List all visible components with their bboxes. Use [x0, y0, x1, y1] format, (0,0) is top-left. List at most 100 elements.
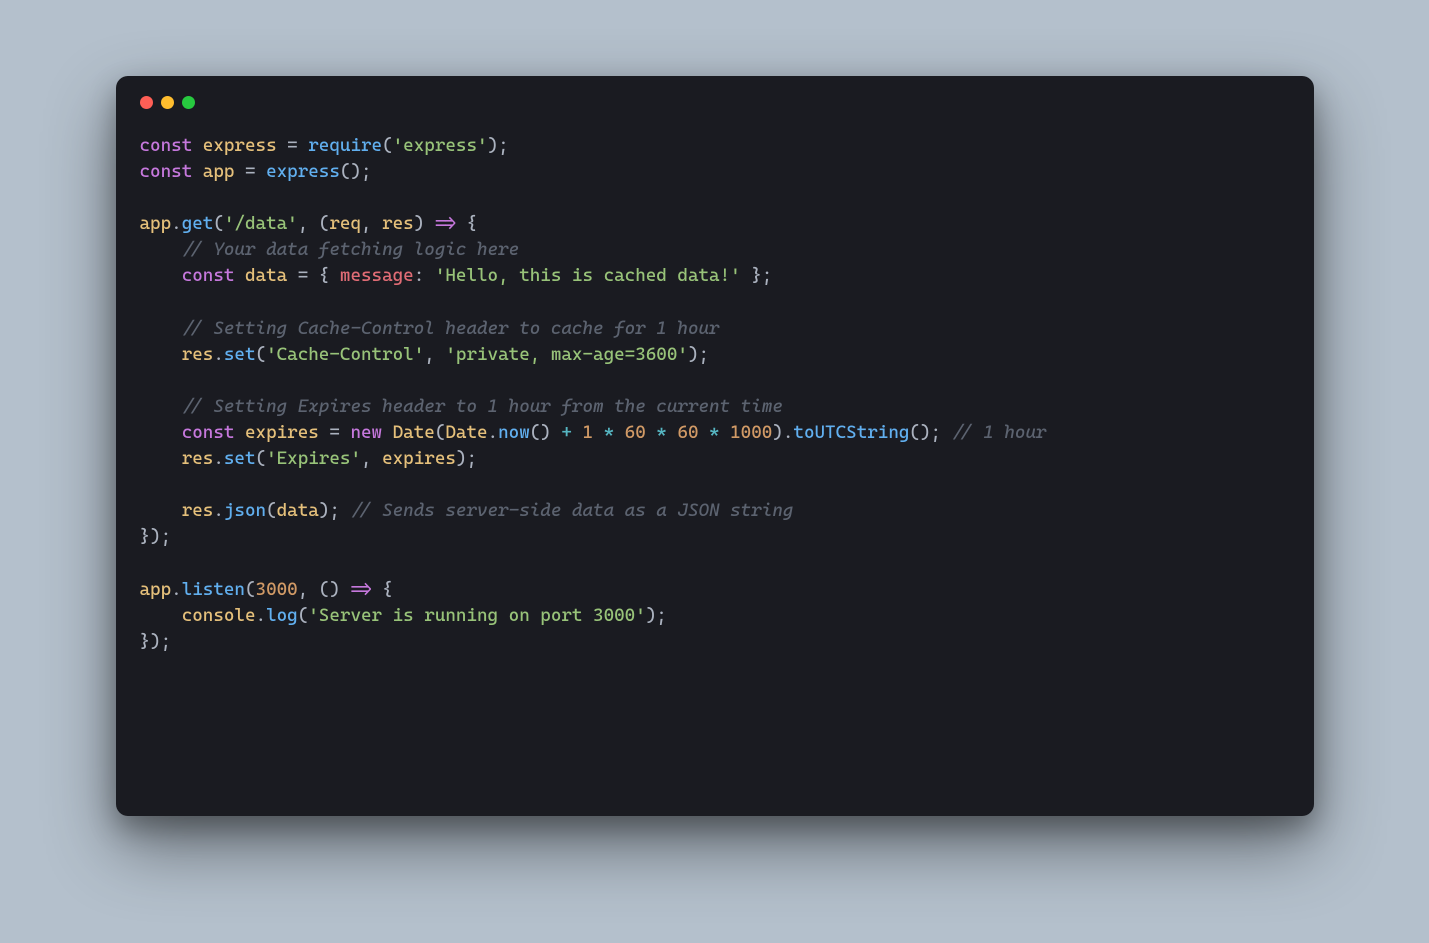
punct: ()	[530, 422, 551, 443]
punct: , (	[298, 213, 330, 234]
punct: .	[171, 579, 182, 600]
comment: // 1 hour	[952, 422, 1047, 443]
keyword: new	[350, 422, 382, 443]
space	[720, 422, 731, 443]
punct: .	[171, 213, 182, 234]
identifier: res	[182, 448, 214, 469]
string: '/data'	[224, 213, 298, 234]
space	[340, 500, 351, 521]
function: toUTCString	[793, 422, 909, 443]
space	[667, 422, 678, 443]
operator: =	[277, 135, 309, 156]
operator: =	[319, 422, 351, 443]
identifier: res	[182, 500, 214, 521]
keyword: const	[182, 265, 235, 286]
identifier: req	[329, 213, 361, 234]
punct: );	[488, 135, 509, 156]
punct: ,	[361, 448, 382, 469]
punct: );	[646, 605, 667, 626]
punct: {	[372, 579, 393, 600]
function: get	[182, 213, 214, 234]
identifier: app	[140, 213, 172, 234]
code-block: const express = require('express'); cons…	[140, 133, 1290, 655]
identifier: app	[140, 579, 172, 600]
function: json	[224, 500, 266, 521]
punct: (	[435, 422, 446, 443]
punct: ();	[909, 422, 941, 443]
string: 'express'	[393, 135, 488, 156]
zoom-icon[interactable]	[182, 96, 195, 109]
punct: (	[256, 344, 267, 365]
space	[551, 422, 562, 443]
identifier: expires	[382, 448, 456, 469]
punct: ();	[340, 161, 372, 182]
space	[382, 422, 393, 443]
keyword: const	[140, 161, 193, 182]
number: 60	[625, 422, 646, 443]
identifier: data	[277, 500, 319, 521]
punct: (	[266, 500, 277, 521]
function: set	[224, 344, 256, 365]
string: 'Hello, this is cached data!'	[435, 265, 741, 286]
punct: ).	[772, 422, 793, 443]
function: set	[224, 448, 256, 469]
property: message	[340, 265, 414, 286]
punct: (	[245, 579, 256, 600]
punct: ,	[424, 344, 445, 365]
number: 3000	[256, 579, 298, 600]
number: 1	[582, 422, 593, 443]
operator: = {	[287, 265, 340, 286]
arrow: =>	[350, 579, 371, 600]
identifier: data	[245, 265, 287, 286]
identifier: res	[182, 344, 214, 365]
close-icon[interactable]	[140, 96, 153, 109]
punct: {	[456, 213, 477, 234]
punct: )	[414, 213, 435, 234]
operator: *	[604, 422, 615, 443]
comment: // Setting Cache-Control header to cache…	[182, 318, 720, 339]
space	[593, 422, 604, 443]
arrow: =>	[435, 213, 456, 234]
space	[941, 422, 952, 443]
operator: =	[234, 161, 266, 182]
punct: (	[213, 213, 224, 234]
punct: (	[298, 605, 309, 626]
space	[614, 422, 625, 443]
comment: // Your data fetching logic here	[182, 239, 520, 260]
minimize-icon[interactable]	[161, 96, 174, 109]
comment: // Setting Expires header to 1 hour from…	[182, 396, 783, 417]
space	[646, 422, 657, 443]
punct: (	[382, 135, 393, 156]
punct: );	[456, 448, 477, 469]
identifier: res	[382, 213, 414, 234]
number: 1000	[730, 422, 772, 443]
punct: .	[213, 448, 224, 469]
punct: });	[140, 526, 172, 547]
punct: );	[688, 344, 709, 365]
identifier: console	[182, 605, 256, 626]
string: 'Server is running on port 3000'	[308, 605, 646, 626]
operator: +	[561, 422, 572, 443]
punct: .	[213, 344, 224, 365]
punct: .	[256, 605, 267, 626]
function: require	[308, 135, 382, 156]
punct: };	[741, 265, 773, 286]
punct: :	[414, 265, 435, 286]
punct: , ()	[298, 579, 351, 600]
punct: );	[319, 500, 340, 521]
function: log	[266, 605, 298, 626]
keyword: const	[140, 135, 193, 156]
space	[572, 422, 583, 443]
operator: *	[656, 422, 667, 443]
space	[698, 422, 709, 443]
identifier: expires	[245, 422, 319, 443]
punct: .	[488, 422, 499, 443]
keyword: const	[182, 422, 235, 443]
window-controls	[140, 96, 1290, 109]
punct: });	[140, 631, 172, 652]
operator: *	[709, 422, 720, 443]
number: 60	[677, 422, 698, 443]
type: Date	[445, 422, 487, 443]
string: 'Cache-Control'	[266, 344, 424, 365]
punct: ,	[361, 213, 382, 234]
